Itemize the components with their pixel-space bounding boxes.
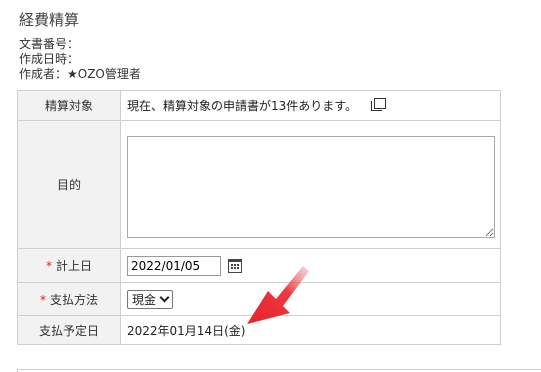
document-number-label: 文書番号： xyxy=(19,37,80,51)
copy-icon[interactable] xyxy=(370,98,386,111)
scheduled-payment-value: 2022年01月14日(金) xyxy=(120,315,501,345)
posting-date-cell xyxy=(120,248,501,283)
scheduled-payment-label: 支払予定日 xyxy=(17,315,121,345)
payment-method-value: 現金 xyxy=(132,292,157,307)
posting-date-label: 計上日 xyxy=(55,259,92,273)
row-posting-date: * 計上日 xyxy=(17,248,501,283)
chevron-down-icon xyxy=(159,292,170,303)
calendar-icon[interactable] xyxy=(227,258,242,273)
purpose-label: 目的 xyxy=(17,120,121,249)
next-table-border xyxy=(17,369,541,370)
target-label: 精算対象 xyxy=(17,90,121,121)
row-scheduled-payment: 支払予定日 2022年01月14日(金) xyxy=(17,315,501,345)
purpose-textarea[interactable] xyxy=(127,135,495,238)
page-title: 経費精算 xyxy=(19,11,80,29)
created-datetime-label: 作成日時： xyxy=(19,52,80,66)
required-mark: * xyxy=(39,292,46,307)
row-payment-method: * 支払方法 現金 xyxy=(17,282,501,316)
payment-method-cell: 現金 xyxy=(120,282,501,316)
required-mark: * xyxy=(45,259,52,273)
payment-method-label: 支払方法 xyxy=(49,292,98,307)
row-target: 精算対象 現在、精算対象の申請書が13件あります。 xyxy=(17,90,501,121)
posting-date-label-cell: * 計上日 xyxy=(17,248,121,283)
target-cell: 現在、精算対象の申請書が13件あります。 xyxy=(120,90,501,121)
author-label: 作成者：★OZO管理者 xyxy=(19,67,141,81)
payment-method-label-cell: * 支払方法 xyxy=(17,282,121,316)
expense-form-table: 精算対象 現在、精算対象の申請書が13件あります。 目的 *計上日 *支払方法 xyxy=(17,90,501,345)
target-value: 現在、精算対象の申請書が13件あります。 xyxy=(127,99,358,113)
payment-method-select[interactable]: 現金 xyxy=(127,289,174,309)
purpose-cell xyxy=(120,120,501,249)
row-purpose: 目的 xyxy=(17,120,501,249)
posting-date-input[interactable] xyxy=(127,255,221,276)
